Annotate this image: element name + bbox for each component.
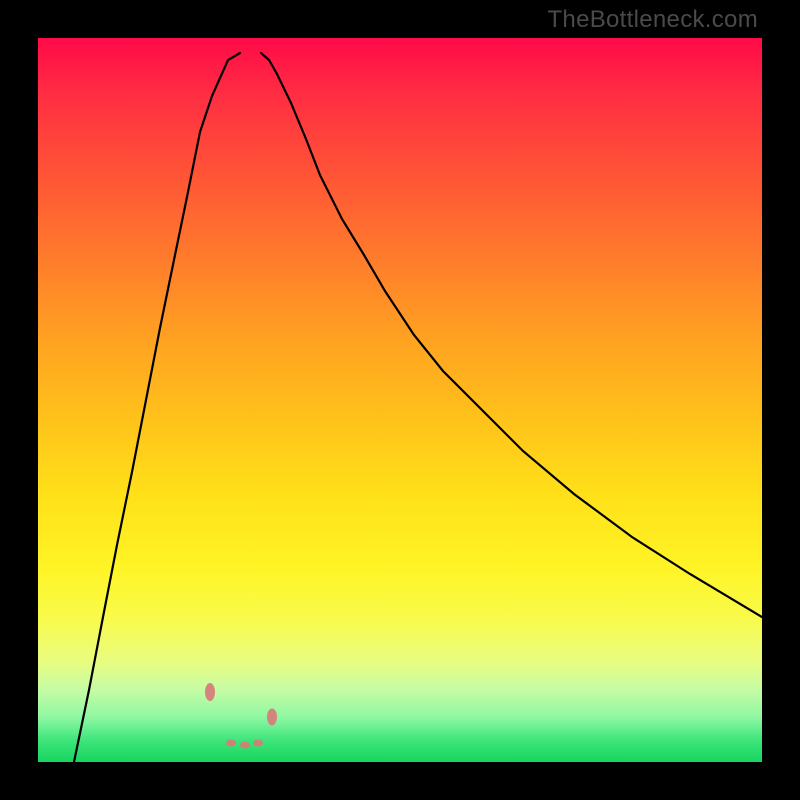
curve-left — [74, 53, 240, 762]
marker-dot — [267, 709, 277, 726]
watermark-text: TheBottleneck.com — [547, 6, 758, 34]
marker-dot — [205, 683, 215, 701]
marker-dot — [226, 740, 236, 747]
marker-group — [205, 683, 277, 749]
curve-overlay — [38, 38, 762, 762]
marker-dot — [253, 740, 263, 747]
curve-right — [261, 53, 762, 617]
chart-frame: TheBottleneck.com — [0, 0, 800, 800]
marker-dot — [240, 742, 250, 749]
plot-area — [38, 38, 762, 762]
